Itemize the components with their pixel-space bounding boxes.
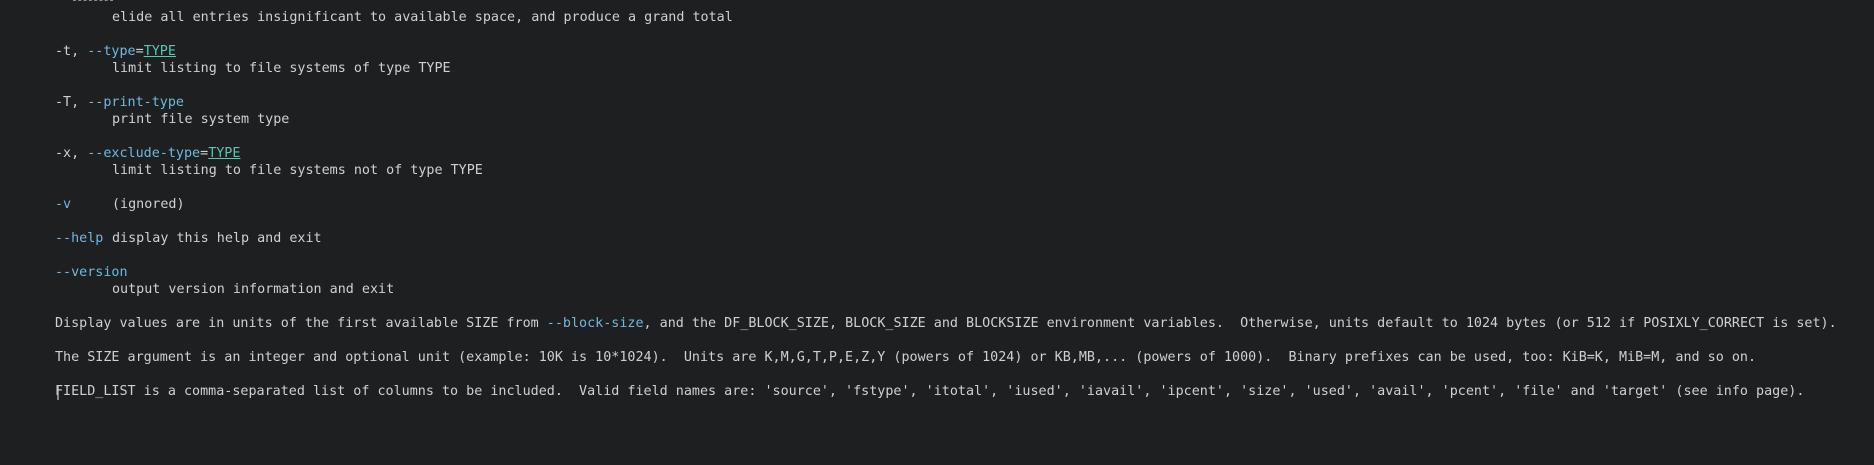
display-values-paragraph: Display values are in units of the first… [55,315,1837,333]
block-size-option: --block-size [546,316,644,331]
option-version: --version [55,264,128,282]
option-version-description: output version information and exit [112,282,395,297]
option-v-short: -v [55,197,72,212]
option-print-type-description: print file system type [112,112,290,127]
option-exclude-type-short: -x, [55,146,80,161]
option-help: --help [55,230,103,248]
option-v: -v [55,196,71,214]
option-type-eq: = [135,44,144,59]
option-type-short: -t, [55,44,80,59]
display-values-text-b: , and the DF_BLOCK_SIZE, BLOCK_SIZE and … [643,316,1837,331]
option-print-type-long: --print-type [87,95,184,110]
option-type-arg: TYPE [143,44,176,59]
option-exclude-type-eq: = [200,146,209,161]
option-exclude-type: -x, --exclude-type=TYPE [55,145,240,163]
option-fragment-dashes [73,0,113,2]
option-print-type: -T, --print-type [55,94,184,112]
option-exclude-type-description: limit listing to file systems not of typ… [112,163,483,178]
size-argument-paragraph: The SIZE argument is an integer and opti… [55,350,1757,365]
option-version-long: --version [55,265,128,280]
option-print-type-short: -T, [55,95,80,110]
option-type-description: limit listing to file systems of type TY… [112,61,451,76]
option-help-description: display this help and exit [112,231,322,246]
field-list-paragraph: FIELD_LIST is a comma-separated list of … [55,384,1805,399]
terminal-window[interactable]: elide all entries insignificant to avail… [0,0,1874,416]
option-type-long: --type [87,44,136,59]
text-cursor [57,386,59,400]
display-values-text-a: Display values are in units of the first… [55,316,547,331]
option-help-long: --help [55,231,104,246]
option-v-description: (ignored) [112,197,185,212]
grand-total-description: elide all entries insignificant to avail… [112,10,733,25]
option-exclude-type-arg: TYPE [208,146,241,161]
option-type: -t, --type=TYPE [55,43,176,61]
option-exclude-type-long: --exclude-type [87,146,201,161]
